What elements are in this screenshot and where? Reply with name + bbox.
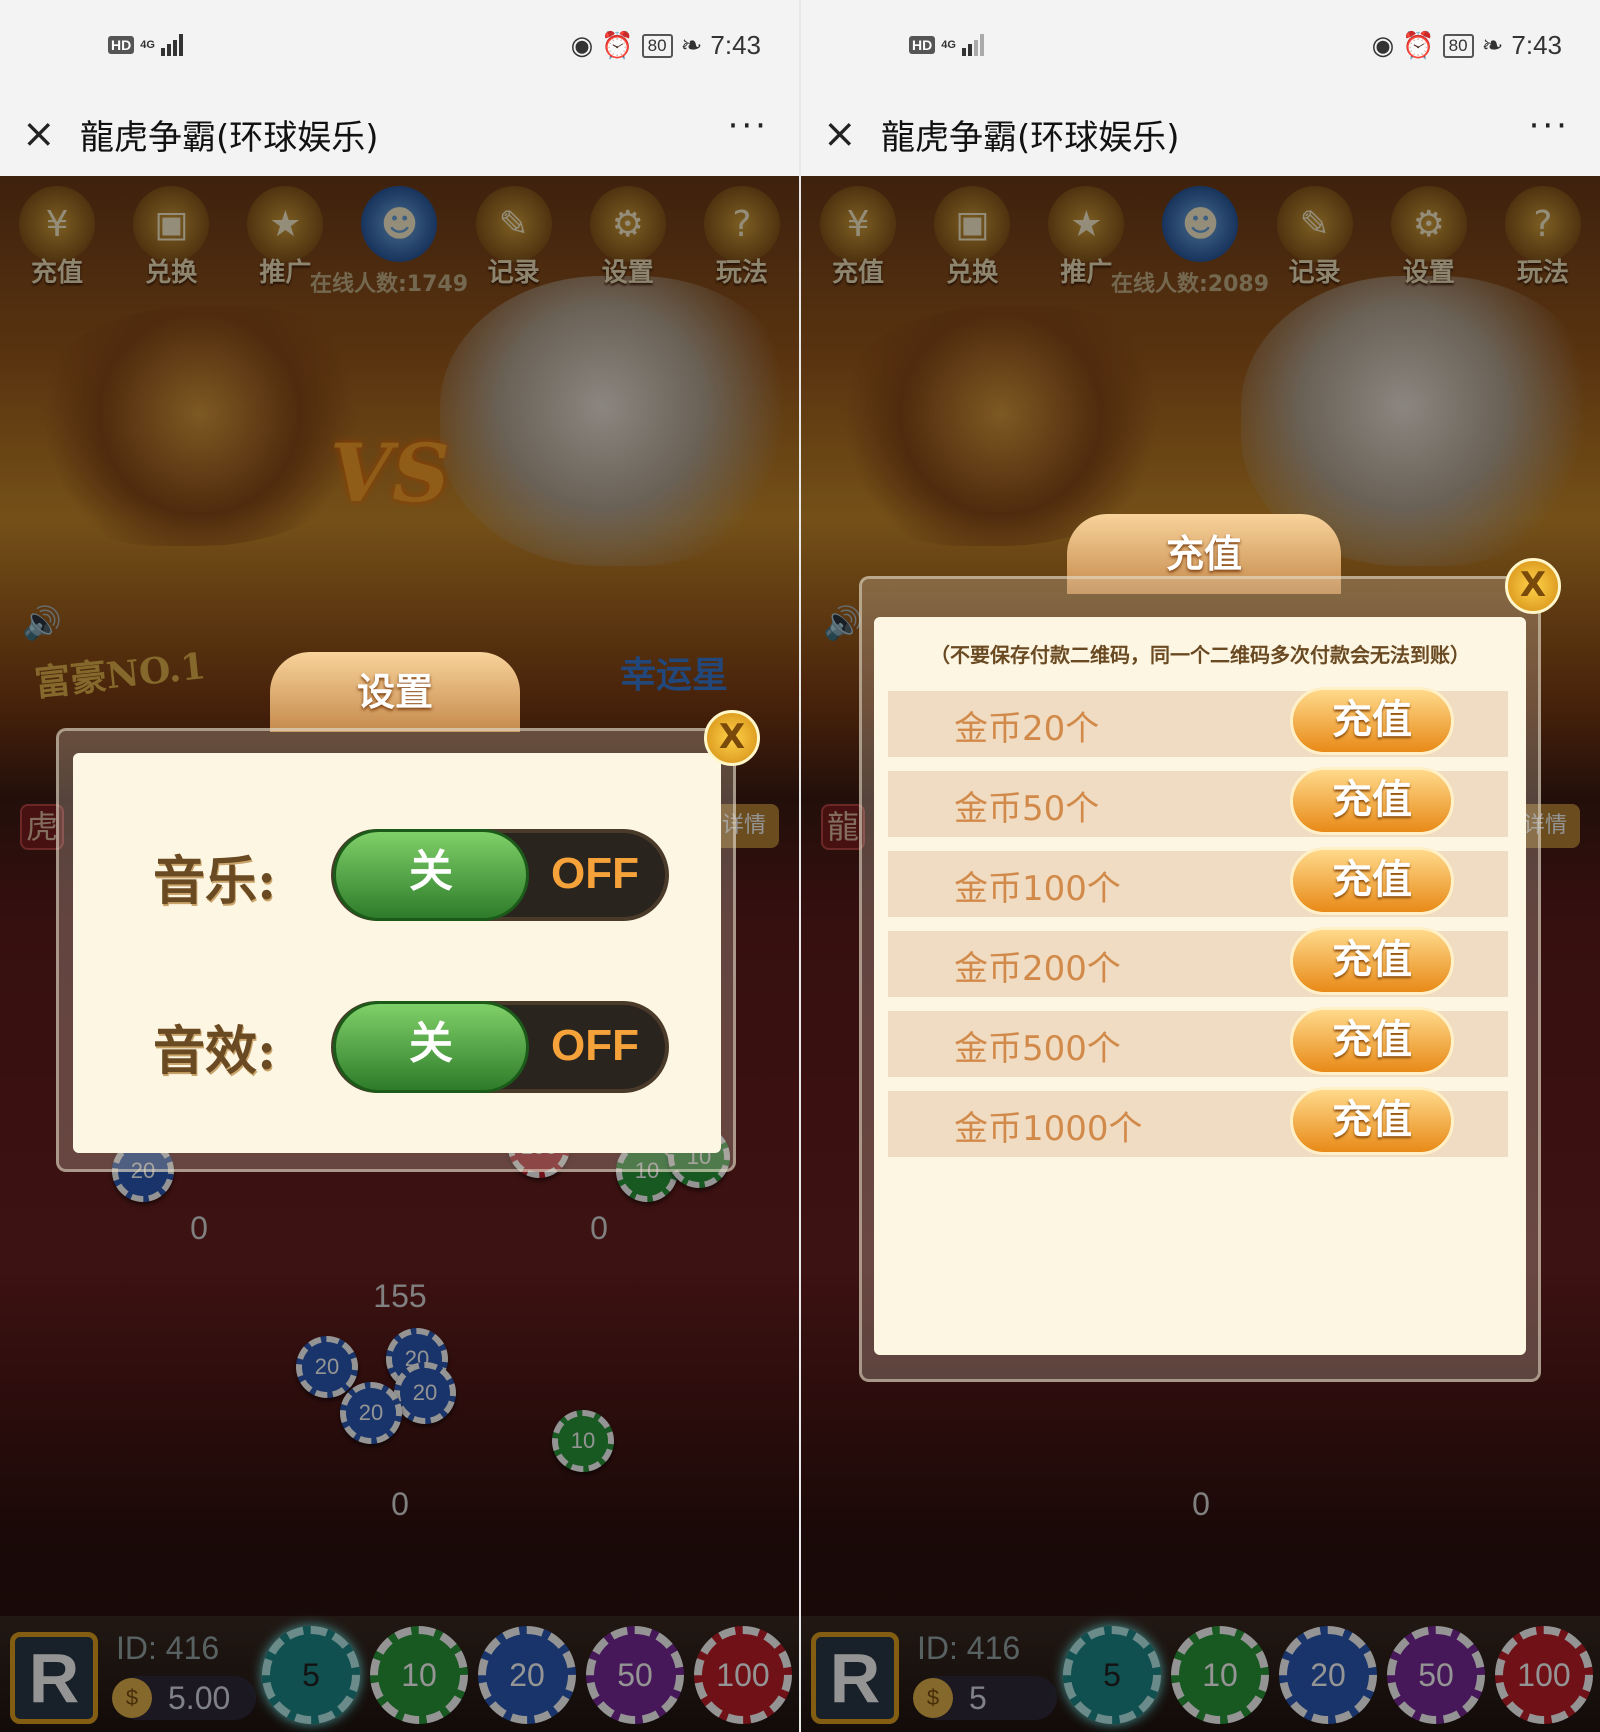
recharge-row: 金币1000个 充值	[888, 1087, 1508, 1157]
status-bar: HD 4G ◉ ⏰ 80 ❧ 7:43	[0, 0, 799, 96]
settings-title: 设置	[270, 652, 520, 732]
more-menu-icon[interactable]: ···	[1529, 106, 1570, 146]
recharge-panel: （不要保存付款二维码，同一个二维码多次付款会无法到账） 金币20个 充值 金币5…	[874, 617, 1526, 1355]
recharge-button[interactable]: 充值	[1290, 927, 1454, 995]
screen-recharge: HD 4G ◉ ⏰ 80 ❧ 7:43 × 龍虎争霸(环球娱乐) ··· ¥ 充值…	[801, 0, 1600, 1732]
recharge-row: 金币100个 充值	[888, 847, 1508, 917]
package-label: 金币500个	[954, 1029, 1121, 1069]
package-label: 金币200个	[954, 949, 1121, 989]
recharge-button[interactable]: 充值	[1290, 1007, 1454, 1075]
close-icon[interactable]: ×	[22, 114, 62, 154]
screen-settings: HD 4G ◉ ⏰ 80 ❧ 7:43 × 龍虎争霸(环球娱乐) ··· VS …	[0, 0, 799, 1732]
toggle-knob: 关	[333, 829, 529, 921]
recharge-button[interactable]: 充值	[1290, 767, 1454, 835]
eye-icon: ◉	[1371, 30, 1395, 60]
more-menu-icon[interactable]: ···	[728, 106, 769, 146]
battery-icon: 80	[1442, 33, 1474, 58]
package-label: 金币20个	[954, 709, 1100, 749]
recharge-row: 金币200个 充值	[888, 927, 1508, 997]
sound-label: 音效:	[153, 1021, 277, 1082]
hd-icon: HD	[909, 36, 936, 54]
alarm-icon: ⏰	[1402, 30, 1435, 60]
recharge-button[interactable]: 充值	[1290, 1087, 1454, 1155]
sound-toggle[interactable]: 关 OFF	[331, 1001, 669, 1093]
music-label: 音乐:	[153, 851, 277, 912]
hd-icon: HD	[108, 36, 135, 54]
leaf-icon: ❧	[680, 30, 703, 60]
recharge-row: 金币50个 充值	[888, 767, 1508, 837]
toggle-knob: 关	[333, 1001, 529, 1093]
music-toggle[interactable]: 关 OFF	[331, 829, 669, 921]
title-bar: × 龍虎争霸(环球娱乐) ···	[801, 96, 1600, 176]
recharge-row: 金币500个 充值	[888, 1007, 1508, 1077]
page-title: 龍虎争霸(环球娱乐)	[80, 118, 379, 158]
toggle-state: OFF	[551, 1021, 639, 1070]
package-label: 金币100个	[954, 869, 1121, 909]
status-time: 7:43	[1511, 30, 1562, 60]
signal-icon	[961, 34, 984, 56]
toggle-state: OFF	[551, 849, 639, 898]
eye-icon: ◉	[570, 30, 594, 60]
signal-icon	[160, 34, 183, 56]
alarm-icon: ⏰	[601, 30, 634, 60]
leaf-icon: ❧	[1481, 30, 1504, 60]
package-label: 金币1000个	[954, 1109, 1143, 1149]
status-bar: HD 4G ◉ ⏰ 80 ❧ 7:43	[801, 0, 1600, 96]
page-title: 龍虎争霸(环球娱乐)	[881, 118, 1180, 158]
recharge-button[interactable]: 充值	[1290, 687, 1454, 755]
status-time: 7:43	[710, 30, 761, 60]
recharge-dialog: （不要保存付款二维码，同一个二维码多次付款会无法到账） 金币20个 充值 金币5…	[859, 576, 1541, 1382]
settings-dialog: 音乐: 关 OFF 音效: 关 OFF	[56, 728, 736, 1172]
close-icon[interactable]: ×	[823, 114, 863, 154]
settings-panel: 音乐: 关 OFF 音效: 关 OFF	[73, 753, 721, 1153]
network-type: 4G	[140, 38, 155, 51]
title-bar: × 龍虎争霸(环球娱乐) ···	[0, 96, 799, 176]
close-dialog-button[interactable]: X	[704, 710, 760, 766]
recharge-row: 金币20个 充值	[888, 687, 1508, 757]
battery-icon: 80	[641, 33, 673, 58]
recharge-button[interactable]: 充值	[1290, 847, 1454, 915]
package-label: 金币50个	[954, 789, 1100, 829]
payment-notice: （不要保存付款二维码，同一个二维码多次付款会无法到账）	[930, 643, 1470, 667]
close-dialog-button[interactable]: X	[1505, 558, 1561, 614]
network-type: 4G	[941, 38, 956, 51]
